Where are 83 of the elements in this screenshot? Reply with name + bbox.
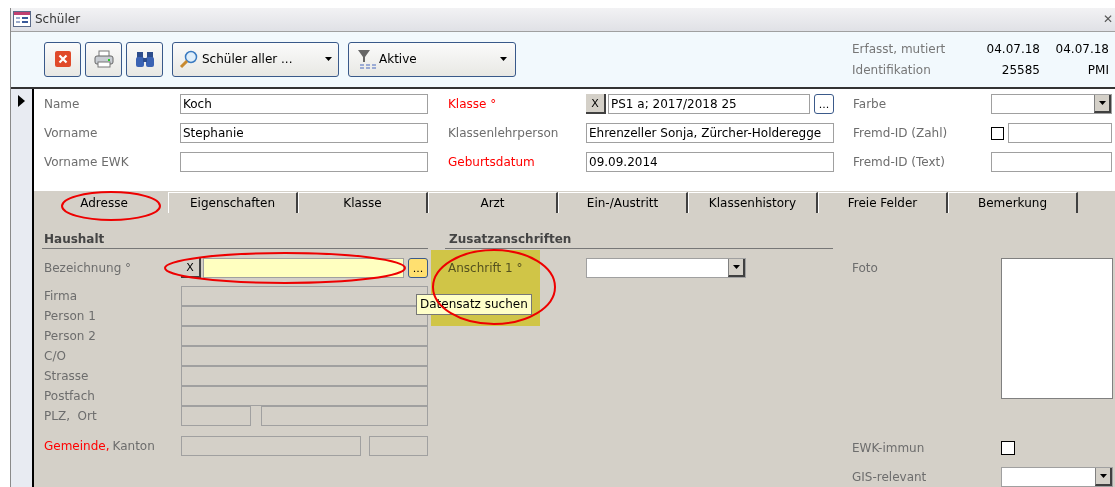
field-label: EWK-immun xyxy=(852,440,926,457)
window-title: Schüler xyxy=(35,11,81,29)
field-label: Name xyxy=(44,96,81,113)
tab[interactable]: Eigenschaften xyxy=(168,192,298,213)
meta-value: 04.07.18 xyxy=(985,40,1040,58)
input-field[interactable] xyxy=(180,152,428,172)
section-title: Haushalt xyxy=(42,232,428,249)
caret-icon xyxy=(325,57,332,62)
field-label: GIS-relevant xyxy=(852,469,928,486)
field-label: Fremd-ID (Zahl) xyxy=(853,125,949,142)
close-icon xyxy=(54,51,71,68)
caret-icon xyxy=(1094,95,1111,113)
close-button[interactable]: ✕ xyxy=(1102,13,1113,26)
search-icon xyxy=(179,49,199,70)
field-label: PLZ, Ort xyxy=(43,408,98,425)
input-field[interactable] xyxy=(369,436,428,456)
input-field[interactable]: Stephanie xyxy=(180,123,428,143)
input-field[interactable] xyxy=(181,386,428,406)
input-field[interactable]: PS1 a; 2017/2018 25 xyxy=(608,94,810,114)
field-label: Firma xyxy=(43,288,79,305)
meta-value: 25585 xyxy=(1000,61,1040,79)
print-button[interactable] xyxy=(85,41,122,77)
field-label: Vorname xyxy=(44,125,99,142)
tab[interactable]: Ein-/Austritt xyxy=(558,192,688,213)
meta-value: PMI xyxy=(1086,61,1109,79)
form-icon xyxy=(13,11,31,28)
record-selector[interactable] xyxy=(11,89,34,487)
input-field[interactable] xyxy=(1008,123,1112,143)
field-label: Fremd-ID (Text) xyxy=(853,154,946,171)
browse-button[interactable]: ... xyxy=(408,258,428,278)
clear-button[interactable]: X xyxy=(586,94,606,114)
field-label: Farbe xyxy=(853,96,888,113)
field-label: Vorname EWK xyxy=(44,154,130,171)
field-label: Postfach xyxy=(43,388,96,405)
input-field[interactable] xyxy=(181,326,428,346)
field-label: Bezeichnung ° xyxy=(43,260,133,277)
current-record-icon xyxy=(18,95,25,107)
tab[interactable]: Klasse xyxy=(298,192,428,213)
input-field[interactable] xyxy=(203,258,404,278)
tab[interactable]: Arzt xyxy=(428,192,558,213)
field-label: Person 1 xyxy=(43,308,97,325)
field-label: Anschrift 1 ° xyxy=(447,260,524,277)
field-label: Klassenlehrperson xyxy=(448,125,560,142)
input-field[interactable] xyxy=(181,346,428,366)
tab[interactable]: Freie Felder xyxy=(818,192,948,213)
meta-label: Identifikation xyxy=(852,61,932,79)
field-label: Person 2 xyxy=(43,328,97,345)
input-field[interactable] xyxy=(991,152,1112,172)
input-field[interactable]: 09.09.2014 xyxy=(586,152,834,172)
filter-icon xyxy=(357,49,377,70)
search-dropdown[interactable]: Schüler aller ... xyxy=(172,41,339,77)
meta-value: 04.07.18 xyxy=(1054,40,1109,58)
input-field[interactable] xyxy=(261,406,428,426)
checkbox[interactable] xyxy=(1001,441,1015,455)
dropdown-field[interactable] xyxy=(991,94,1112,114)
find-button[interactable] xyxy=(126,41,163,77)
input-field[interactable] xyxy=(181,306,428,326)
dropdown-field[interactable] xyxy=(1001,467,1113,487)
field-label: C/O xyxy=(43,348,67,365)
field-label: Geburtsdatum xyxy=(448,154,536,171)
input-field[interactable]: Ehrenzeller Sonja, Zürcher-Holderegge xyxy=(586,123,834,143)
field-label: Klasse ° xyxy=(448,96,498,113)
input-field[interactable]: Koch xyxy=(180,94,428,114)
field-label: Kanton xyxy=(112,438,155,455)
field-label: Gemeinde, xyxy=(44,438,110,455)
input-field[interactable] xyxy=(181,406,251,426)
dropdown-field[interactable] xyxy=(586,258,746,278)
meta-label: Erfasst, mutiert xyxy=(852,40,947,58)
checkbox[interactable] xyxy=(991,126,1004,140)
delete-button[interactable] xyxy=(44,41,81,77)
field-label: Strasse xyxy=(43,368,90,385)
browse-button[interactable]: ... xyxy=(814,94,834,114)
filter-dropdown[interactable]: Aktive xyxy=(348,41,516,77)
binoculars-icon xyxy=(134,50,155,69)
printer-icon xyxy=(93,50,114,69)
caret-icon xyxy=(500,57,507,62)
section-title: Zusatzanschriften xyxy=(445,232,833,249)
tab[interactable]: Bemerkung xyxy=(948,192,1078,213)
caret-icon xyxy=(728,259,745,277)
tab[interactable]: Klassenhistory xyxy=(688,192,818,213)
field-label: Foto xyxy=(852,260,879,277)
input-field[interactable] xyxy=(181,366,428,386)
input-field[interactable] xyxy=(181,436,361,456)
